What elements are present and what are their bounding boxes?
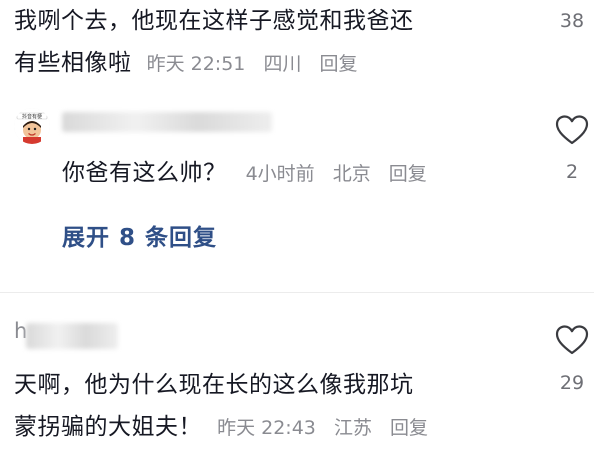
comment-1-text-line2: 有些相像啦 bbox=[14, 50, 132, 76]
divider bbox=[0, 292, 594, 293]
heart-outline-icon bbox=[555, 115, 589, 145]
comment-2-text: 你爸有这么帅？ bbox=[62, 160, 227, 186]
comment-2-location: 北京 bbox=[332, 163, 371, 185]
avatar-caption: 抖音有梗 bbox=[22, 113, 42, 120]
like-button[interactable] bbox=[555, 324, 589, 360]
cartoon-avatar-icon: 抖音有梗 bbox=[14, 108, 50, 144]
comment-1-like-count[interactable]: 38 bbox=[552, 10, 592, 32]
comment-3-reply-button[interactable]: 回复 bbox=[390, 417, 428, 439]
comment-1-time: 昨天 22:51 bbox=[146, 53, 246, 75]
heart-outline-icon bbox=[555, 325, 589, 355]
comment-3-text-line1: 天啊，他为什么现在长的这么像我那坑 bbox=[14, 372, 414, 398]
username-redacted bbox=[62, 112, 272, 132]
comment-1-reply-button[interactable]: 回复 bbox=[320, 53, 358, 75]
comment-3-like-count[interactable]: 29 bbox=[552, 372, 592, 394]
comment-1-text-line1: 我咧个去，他现在这样子感觉和我爸还 bbox=[14, 8, 414, 34]
comment-3-text-line2: 蒙拐骗的大姐夫！ bbox=[14, 414, 202, 440]
username-redacted bbox=[26, 323, 118, 349]
like-button[interactable] bbox=[555, 114, 589, 150]
comment-2-like-count[interactable]: 2 bbox=[552, 161, 592, 183]
comment-2-line: 你爸有这么帅？ 4小时前 北京 回复 bbox=[62, 156, 439, 190]
comment-3-time: 昨天 22:43 bbox=[217, 417, 316, 439]
comment-1-line2: 有些相像啦 昨天 22:51 四川 回复 bbox=[14, 46, 370, 80]
expand-replies-button[interactable]: 展开 8 条回复 bbox=[62, 218, 217, 252]
comment-3-location: 江苏 bbox=[333, 417, 372, 439]
comment-2-reply-button[interactable]: 回复 bbox=[389, 163, 427, 185]
avatar[interactable]: 抖音有梗 bbox=[14, 108, 50, 144]
comment-3-line2: 蒙拐骗的大姐夫！ 昨天 22:43 江苏 回复 bbox=[14, 410, 440, 444]
comment-2-time: 4小时前 bbox=[245, 163, 315, 185]
comment-1-location: 四川 bbox=[263, 53, 302, 75]
